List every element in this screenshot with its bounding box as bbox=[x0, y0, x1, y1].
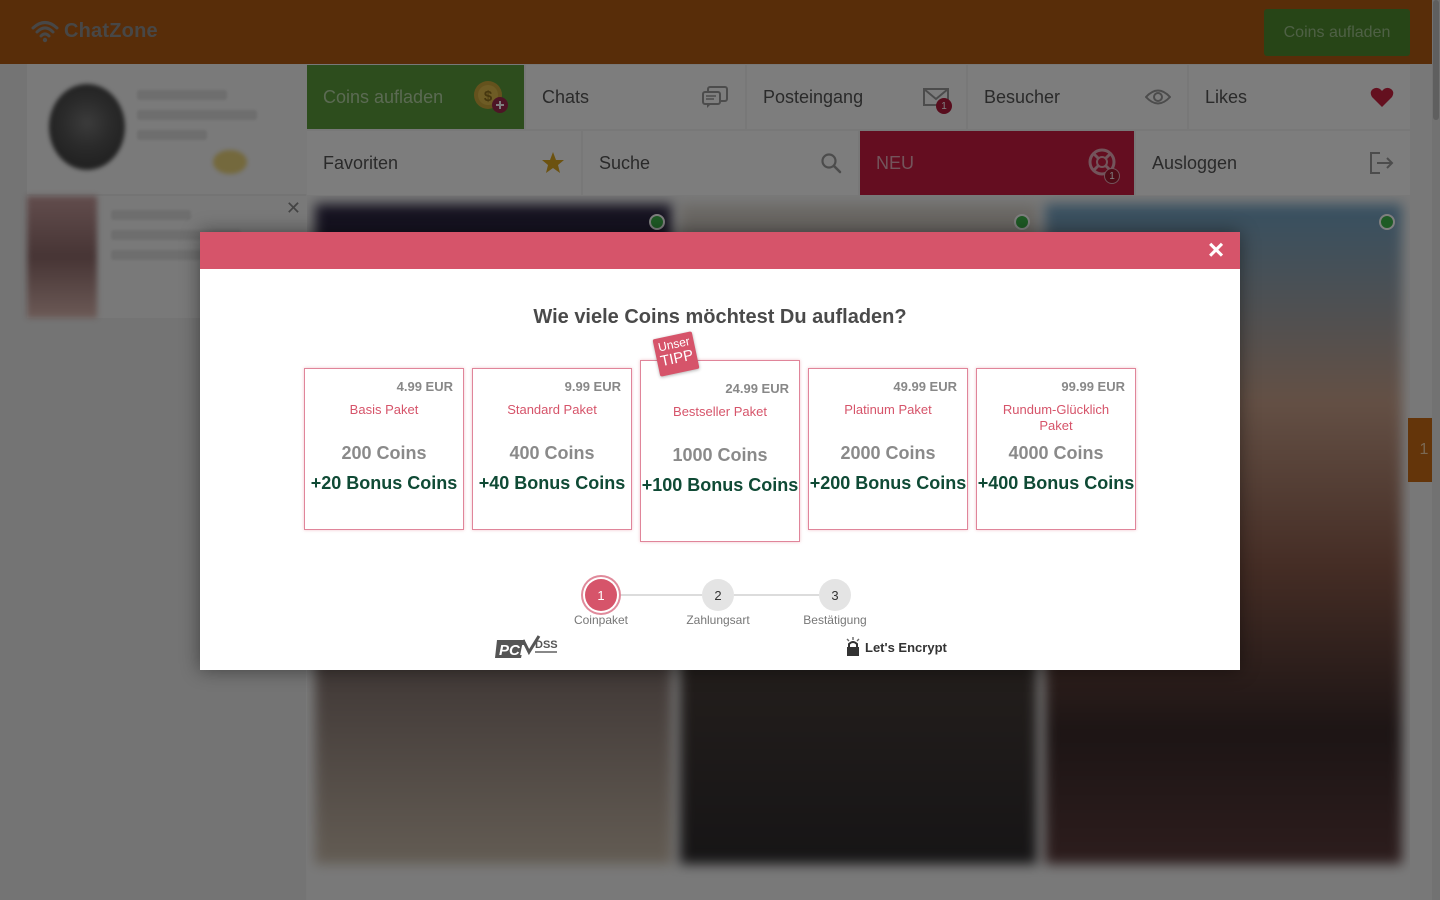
package-platinum[interactable]: 49.99 EUR Platinum Paket 2000 Coins +200… bbox=[808, 368, 968, 530]
package-coins: 1000 Coins bbox=[672, 445, 768, 465]
package-bestseller[interactable]: 24.99 EUR Bestseller Paket 1000 Coins +1… bbox=[640, 360, 800, 542]
package-price: 9.99 EUR bbox=[564, 379, 621, 394]
package-price: 24.99 EUR bbox=[725, 381, 789, 396]
package-name: Bestseller Paket bbox=[673, 404, 767, 419]
pci-dss-text: DSS bbox=[535, 639, 558, 651]
package-bonus: +200 Bonus Coins bbox=[809, 473, 967, 493]
package-name: Platinum Paket bbox=[844, 402, 932, 417]
package-name: Basis Paket bbox=[349, 402, 419, 417]
step-2: 2 bbox=[702, 579, 734, 611]
package-price: 99.99 EUR bbox=[1061, 379, 1125, 394]
package-coins: 2000 Coins bbox=[840, 443, 936, 463]
package-basis[interactable]: 4.99 EUR Basis Paket 200 Coins +20 Bonus… bbox=[304, 368, 464, 530]
letsencrypt-logo: Let's Encrypt bbox=[845, 637, 947, 657]
package-rundum-gluecklich[interactable]: 99.99 EUR Rundum-Glücklich Paket 4000 Co… bbox=[976, 368, 1136, 530]
package-bonus: +40 Bonus Coins bbox=[478, 473, 626, 493]
lock-icon bbox=[846, 637, 860, 656]
package-name: Standard Paket bbox=[507, 402, 597, 417]
pci-dss-logo: PCI DSS bbox=[495, 634, 561, 660]
step-label: Zahlungsart bbox=[686, 613, 750, 627]
modal-title: Wie viele Coins möchtest Du aufladen? bbox=[533, 306, 907, 328]
package-standard[interactable]: 9.99 EUR Standard Paket 400 Coins +40 Bo… bbox=[472, 368, 632, 530]
package-bonus: +100 Bonus Coins bbox=[641, 475, 799, 495]
pci-text: PCI bbox=[499, 642, 525, 659]
step-label: Bestätigung bbox=[803, 613, 867, 627]
letsencrypt-text: Let's Encrypt bbox=[865, 639, 947, 655]
step-3: 3 bbox=[819, 579, 851, 611]
package-bonus: +20 Bonus Coins bbox=[310, 473, 458, 493]
step-connector bbox=[617, 594, 702, 596]
close-icon[interactable]: × bbox=[1202, 236, 1230, 265]
step-connector bbox=[734, 594, 819, 596]
package-coins: 400 Coins bbox=[509, 443, 595, 463]
package-coins: 200 Coins bbox=[341, 443, 427, 463]
package-name: Rundum-Glücklich Paket bbox=[1002, 402, 1110, 433]
recommended-badge: Unser TIPP bbox=[652, 331, 700, 377]
modal-header-bar: × bbox=[200, 232, 1240, 269]
package-coins: 4000 Coins bbox=[1008, 443, 1104, 463]
step-1: 1 bbox=[585, 579, 617, 611]
package-price: 4.99 EUR bbox=[396, 379, 453, 394]
package-price: 49.99 EUR bbox=[893, 379, 957, 394]
step-label: Coinpaket bbox=[573, 613, 629, 627]
package-bonus: +400 Bonus Coins bbox=[977, 473, 1135, 493]
